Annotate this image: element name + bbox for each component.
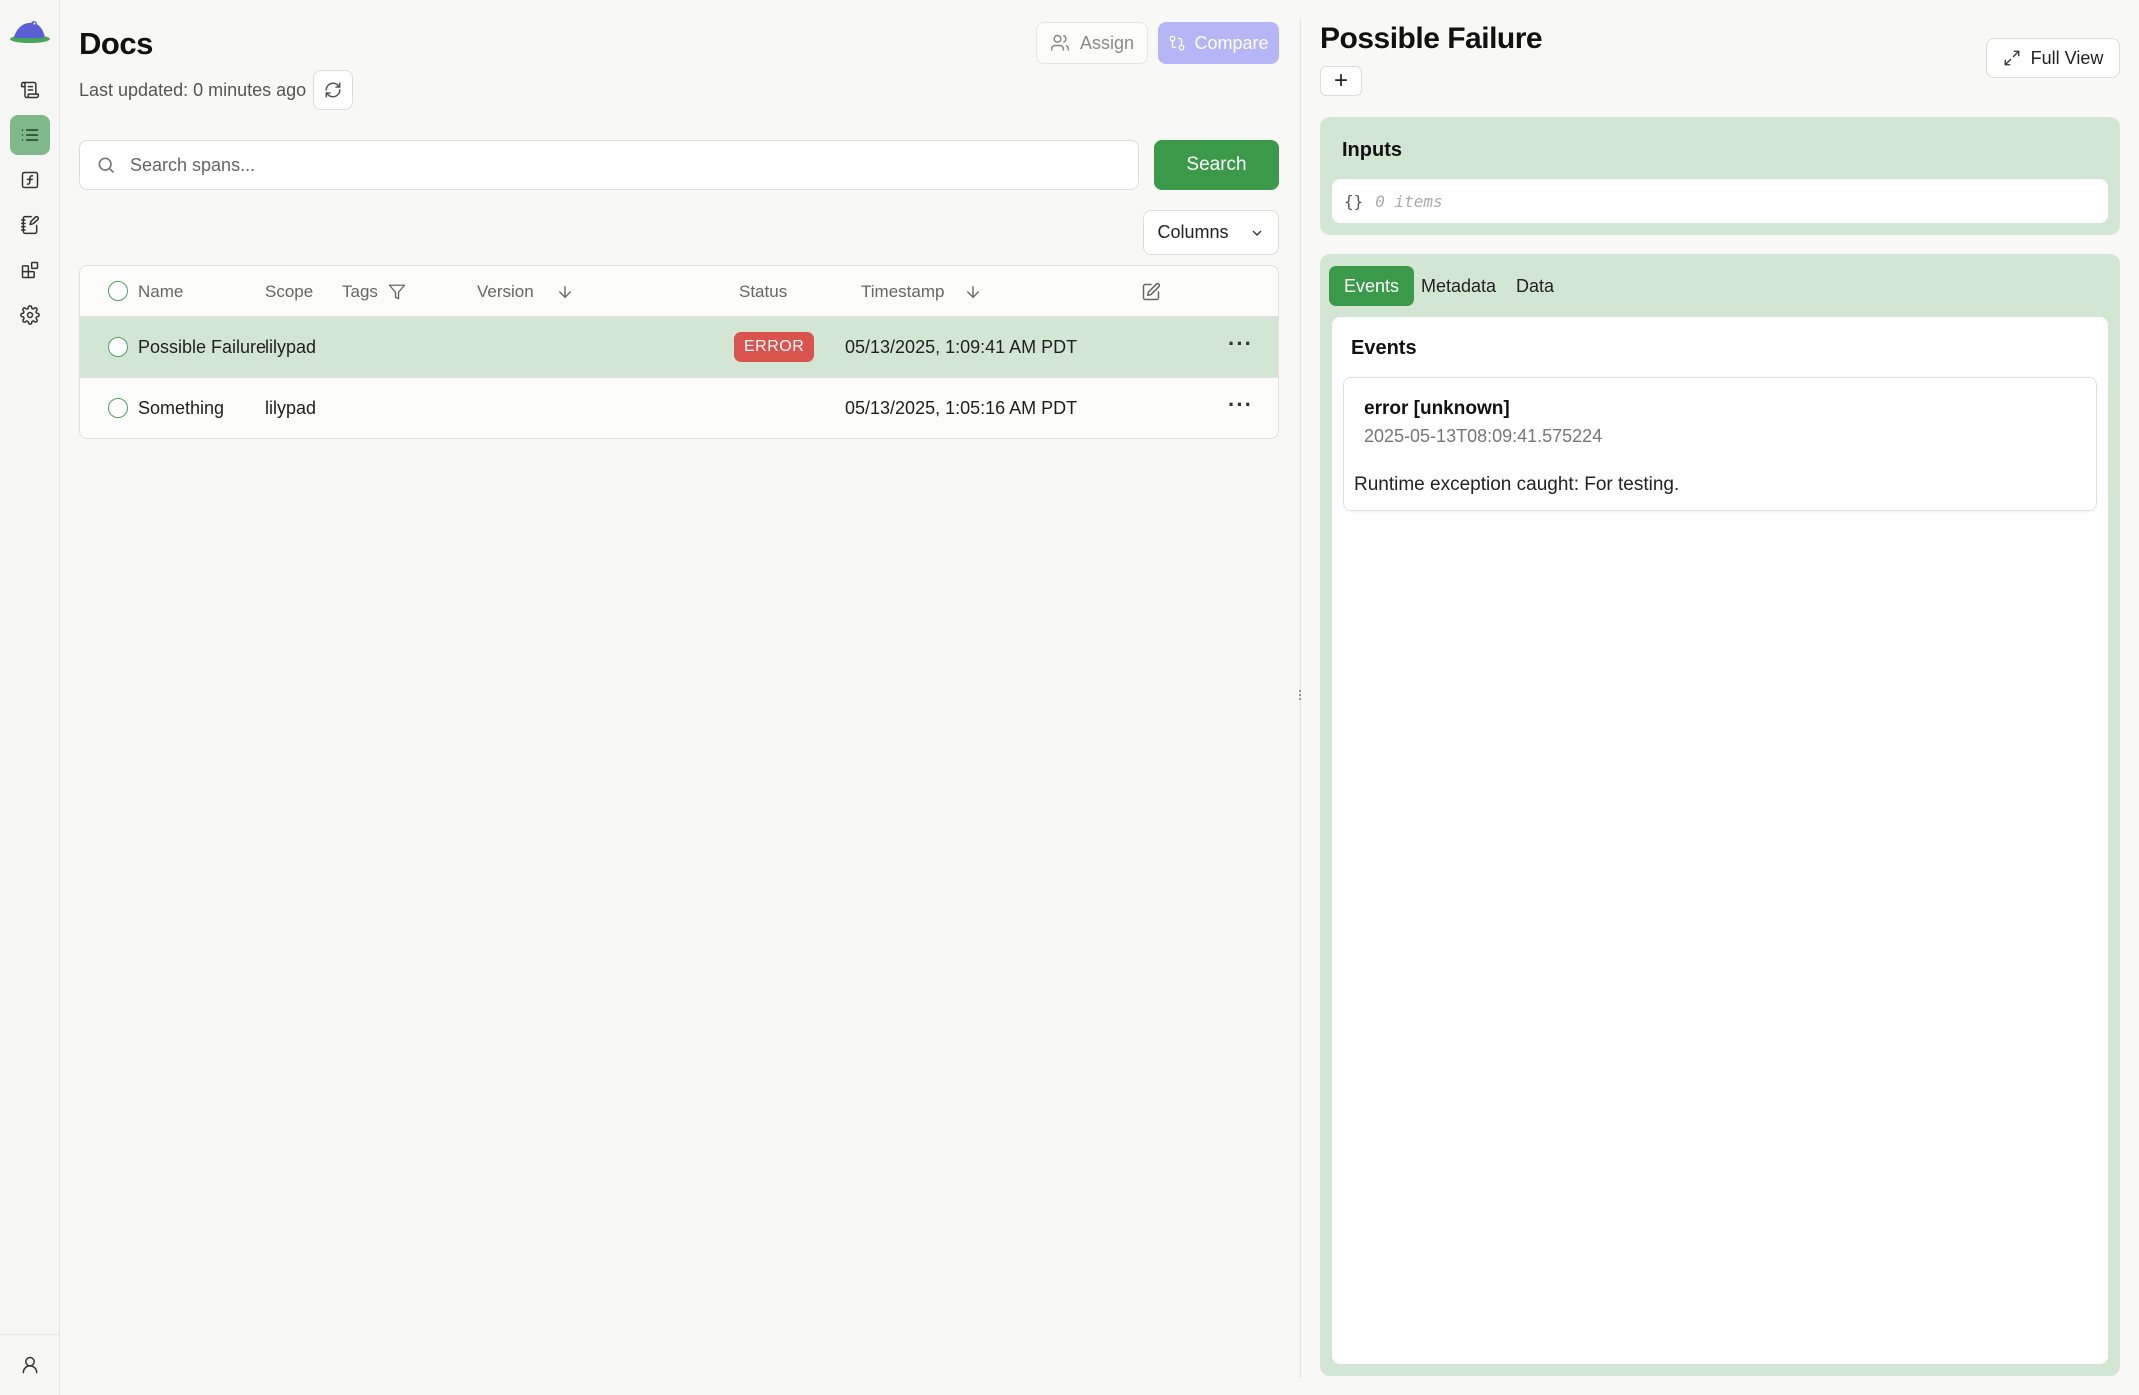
refresh-icon	[325, 82, 341, 98]
column-header-tags[interactable]: Tags	[342, 282, 406, 302]
frog-logo-icon[interactable]	[8, 14, 52, 46]
event-card: error [unknown] 2025-05-13T08:09:41.5752…	[1343, 377, 2097, 511]
sidebar-item-annotations[interactable]	[10, 205, 50, 245]
span-name: Possible Failure	[138, 337, 267, 357]
span-detail-panel: Possible Failure + Full View Inputs {} 0…	[1301, 0, 2139, 1395]
inputs-card: Inputs {} 0 items	[1320, 117, 2120, 235]
compare-label: Compare	[1194, 32, 1269, 53]
span-scope: lilypad	[265, 337, 317, 357]
columns-dropdown[interactable]: Columns	[1143, 210, 1279, 255]
event-message: Runtime exception caught: For testing.	[1354, 474, 1680, 495]
refresh-button[interactable]	[313, 70, 353, 110]
list-icon	[21, 129, 39, 141]
column-header-timestamp[interactable]: Timestamp	[861, 282, 982, 302]
table-row[interactable]: Possible Failure lilypad ERROR 05/13/202…	[80, 317, 1278, 378]
table-row[interactable]: Something lilypad 05/13/2025, 1:05:16 AM…	[80, 378, 1278, 438]
arrow-down-icon[interactable]	[964, 283, 982, 301]
scroll-icon	[20, 81, 40, 99]
columns-label: Columns	[1157, 222, 1229, 242]
detail-tabs-card: Events Metadata Data Events error [unkno…	[1320, 254, 2120, 1376]
detail-title: Possible Failure	[1320, 22, 1543, 55]
span-scope: lilypad	[265, 398, 317, 418]
spans-table: Name Scope Tags Version Status Timestamp…	[79, 265, 1279, 439]
column-header-name[interactable]: Name	[138, 282, 183, 302]
assign-label: Assign	[1079, 32, 1135, 53]
span-name: Something	[138, 398, 225, 418]
tab-events[interactable]: Events	[1329, 266, 1415, 306]
sidebar-item-functions[interactable]	[10, 160, 50, 200]
row-more-button[interactable]: ···	[1228, 392, 1253, 418]
row-checkbox[interactable]	[108, 398, 128, 418]
add-tag-button[interactable]: +	[1320, 66, 1362, 96]
sidebar-item-traces[interactable]	[10, 70, 50, 110]
column-header-version[interactable]: Version	[477, 282, 574, 302]
sidebar-item-profile[interactable]	[10, 1345, 50, 1385]
span-timestamp: 05/13/2025, 1:09:41 AM PDT	[845, 337, 1078, 357]
function-icon	[21, 171, 39, 189]
row-checkbox[interactable]	[108, 337, 128, 357]
column-header-status[interactable]: Status	[739, 282, 787, 302]
arrow-down-icon[interactable]	[556, 283, 574, 301]
tab-data[interactable]: Data	[1501, 266, 1569, 306]
full-view-label: Full View	[2030, 47, 2104, 68]
assign-button[interactable]: Assign	[1036, 22, 1148, 64]
gear-icon	[20, 305, 40, 325]
sidebar-item-settings[interactable]	[10, 295, 50, 335]
last-updated-text: Last updated: 0 minutes ago	[79, 80, 307, 100]
events-title: Events	[1351, 337, 1417, 359]
status-badge: ERROR	[734, 332, 815, 362]
sidebar-divider	[0, 1334, 60, 1335]
events-panel: Events error [unknown] 2025-05-13T08:09:…	[1332, 317, 2108, 1364]
sidebar-item-extensions[interactable]	[10, 250, 50, 290]
filter-icon[interactable]	[388, 283, 406, 301]
search-input[interactable]	[130, 154, 1030, 176]
user-icon	[22, 1356, 38, 1374]
notebook-pen-icon	[20, 215, 40, 235]
chevron-down-icon	[1252, 230, 1261, 236]
inputs-title: Inputs	[1342, 139, 1402, 161]
tab-metadata[interactable]: Metadata	[1406, 266, 1511, 306]
span-timestamp: 05/13/2025, 1:05:16 AM PDT	[845, 398, 1078, 418]
inputs-json-viewer[interactable]: {} 0 items	[1332, 179, 2108, 223]
expand-icon	[2004, 50, 2020, 66]
event-name: error [unknown]	[1364, 398, 1510, 419]
page-title: Docs	[79, 26, 153, 61]
column-header-scope[interactable]: Scope	[265, 282, 313, 302]
users-icon	[1050, 34, 1070, 51]
table-header: Name Scope Tags Version Status Timestamp	[80, 266, 1278, 317]
json-brace: {}	[1344, 191, 1364, 211]
compare-button[interactable]: Compare	[1158, 22, 1279, 64]
sidebar-item-spans[interactable]	[10, 115, 50, 155]
search-box	[79, 140, 1139, 190]
spans-panel: Docs Last updated: 0 minutes ago Assign …	[60, 0, 1300, 1395]
edit-columns-button[interactable]	[1141, 282, 1161, 302]
sidebar	[0, 0, 60, 1395]
git-compare-icon	[1170, 35, 1185, 51]
full-view-button[interactable]: Full View	[1986, 38, 2120, 78]
row-more-button[interactable]: ···	[1228, 331, 1253, 357]
blocks-icon	[21, 261, 39, 279]
search-button[interactable]: Search	[1154, 140, 1279, 190]
search-icon	[98, 157, 115, 174]
event-timestamp: 2025-05-13T08:09:41.575224	[1364, 426, 1603, 446]
select-all-checkbox[interactable]	[108, 281, 128, 301]
json-item-count: 0 items	[1375, 191, 1443, 211]
square-pen-icon	[1142, 282, 1161, 301]
